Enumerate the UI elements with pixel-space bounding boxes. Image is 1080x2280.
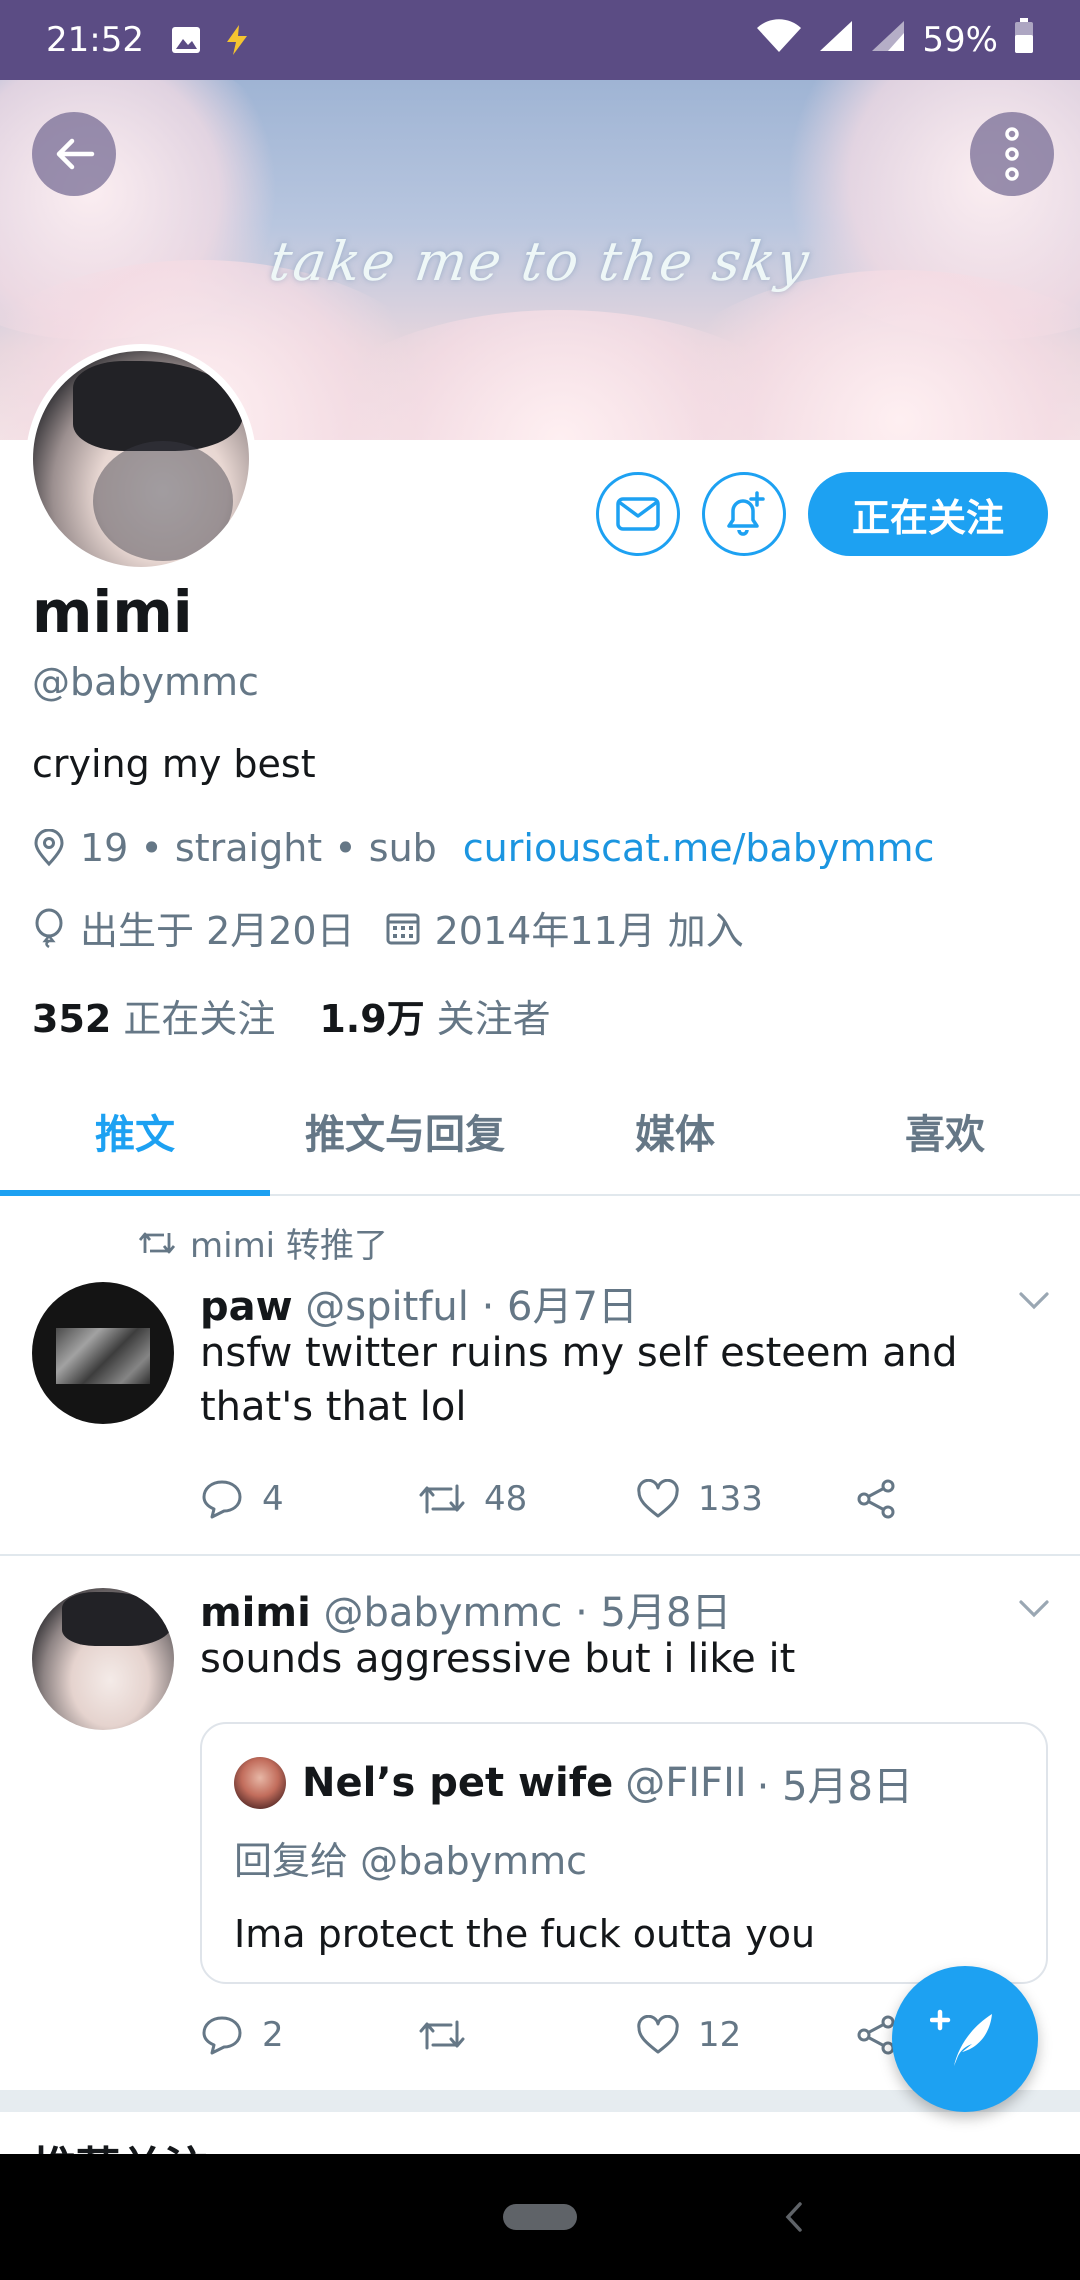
following-button[interactable]: 正在关注 bbox=[807, 472, 1048, 556]
profile-handle: @babymmc bbox=[32, 660, 259, 704]
followers-label: 关注者 bbox=[436, 997, 551, 1041]
following-count-link[interactable]: 352 正在关注 bbox=[32, 988, 275, 1043]
quoted-author-name: Nel’s pet wife bbox=[302, 1760, 614, 1806]
tweet-avatar-2[interactable] bbox=[32, 1588, 174, 1730]
tweet-menu-button-2[interactable] bbox=[1018, 1598, 1050, 1624]
following-count: 352 bbox=[32, 997, 112, 1041]
tweet-text-2: sounds aggressive but i like it bbox=[200, 1636, 796, 1682]
image-notification-icon bbox=[170, 25, 202, 55]
more-options-button[interactable] bbox=[970, 112, 1054, 196]
banner-text: take me to the sky bbox=[265, 230, 815, 293]
profile-avatar[interactable] bbox=[26, 344, 256, 574]
retweet-icon bbox=[419, 1484, 465, 1514]
wifi-icon bbox=[756, 18, 802, 62]
tab-tweets-replies[interactable]: 推文与回复 bbox=[270, 1068, 540, 1194]
following-label: 正在关注 bbox=[123, 997, 276, 1041]
tweet-actions: 4 48 133 bbox=[200, 1478, 934, 1520]
reply-button-2[interactable]: 2 bbox=[200, 2014, 418, 2056]
profile-bio: crying my best bbox=[32, 742, 316, 786]
tweet-avatar[interactable] bbox=[32, 1282, 174, 1424]
more-vertical-icon bbox=[1005, 127, 1019, 181]
heart-icon bbox=[637, 2015, 679, 2054]
tweet-date-2: · 5月8日 bbox=[575, 1590, 732, 1636]
tweet-author-name[interactable]: paw bbox=[200, 1284, 293, 1330]
system-back-button[interactable] bbox=[784, 2200, 804, 2238]
tweet-divider bbox=[0, 1554, 1080, 1556]
reply-icon bbox=[202, 2016, 242, 2055]
tweet-menu-button[interactable] bbox=[1018, 1290, 1050, 1316]
quoted-avatar bbox=[234, 1757, 286, 1809]
retweet-context: mimi 转推了 bbox=[138, 1218, 388, 1267]
profile-location-row: 19 • straight • sub curiouscat.me/babymm… bbox=[32, 826, 934, 870]
back-button[interactable] bbox=[32, 112, 116, 196]
battery-percent: 59% bbox=[922, 20, 998, 60]
followers-count-link[interactable]: 1.9万 关注者 bbox=[319, 988, 550, 1043]
tab-media[interactable]: 媒体 bbox=[540, 1068, 810, 1194]
profile-joined: 2014年11月 加入 bbox=[434, 909, 744, 953]
share-icon bbox=[857, 1479, 895, 1519]
status-time: 21:52 bbox=[46, 20, 144, 60]
reply-count: 4 bbox=[262, 1479, 284, 1519]
calendar-icon bbox=[385, 910, 421, 946]
tweet-text: nsfw twitter ruins my self esteem and th… bbox=[200, 1330, 958, 1430]
quoted-reply-to: 回复给 @babymmc bbox=[234, 1839, 588, 1883]
location-pin-icon bbox=[32, 829, 66, 867]
tab-likes[interactable]: 喜欢 bbox=[810, 1068, 1080, 1194]
tweet-header: paw @spitful · 6月7日 bbox=[200, 1274, 638, 1332]
home-gesture-pill[interactable] bbox=[503, 2204, 577, 2230]
tweet-actions-2: 2 12 bbox=[200, 2014, 934, 2056]
quoted-tweet-header: Nel’s pet wife @FIFII · 5月8日 bbox=[234, 1754, 913, 1812]
retweet-button[interactable]: 48 bbox=[418, 1479, 636, 1519]
compose-tweet-button[interactable] bbox=[892, 1966, 1038, 2112]
charging-icon bbox=[224, 24, 250, 56]
battery-icon bbox=[1014, 17, 1034, 63]
profile-tabs: 推文 推文与回复 媒体 喜欢 bbox=[0, 1068, 1080, 1196]
tweet-date: · 6月7日 bbox=[481, 1284, 638, 1330]
chevron-down-icon bbox=[1019, 1292, 1049, 1310]
chevron-left-icon bbox=[785, 2202, 802, 2232]
chevron-down-icon bbox=[1019, 1600, 1049, 1618]
arrow-left-icon bbox=[56, 138, 95, 170]
reply-icon bbox=[202, 1480, 242, 1519]
profile-location: 19 • straight • sub bbox=[80, 826, 437, 870]
quoted-tweet[interactable]: Nel’s pet wife @FIFII · 5月8日 回复给 @babymm… bbox=[200, 1722, 1048, 1984]
signal-icon bbox=[818, 19, 854, 62]
balloon-icon bbox=[32, 908, 66, 948]
status-bar: 21:52 59% bbox=[0, 0, 1080, 80]
reply-count-2: 2 bbox=[262, 2015, 284, 2055]
like-button[interactable]: 133 bbox=[636, 1479, 854, 1519]
quoted-text: Ima protect the fuck outta you bbox=[234, 1912, 816, 1956]
compose-feather-icon bbox=[930, 2009, 992, 2066]
followers-count: 1.9万 bbox=[319, 997, 425, 1041]
quoted-date: · 5月8日 bbox=[756, 1764, 913, 1810]
heart-icon bbox=[637, 1479, 679, 1518]
retweet-count: 48 bbox=[484, 1479, 528, 1519]
profile-birthday: 出生于 2月20日 bbox=[80, 909, 355, 953]
notifications-button[interactable] bbox=[701, 472, 786, 556]
retweet-button-2[interactable] bbox=[418, 2017, 636, 2053]
profile-name: mimi bbox=[32, 578, 193, 646]
profile-dates-row: 出生于 2月20日 2014年11月 加入 bbox=[32, 900, 744, 955]
share-button[interactable] bbox=[854, 1478, 934, 1520]
tweet-author-handle-2: @babymmc bbox=[323, 1590, 563, 1636]
quoted-author-handle: @FIFII bbox=[625, 1760, 747, 1806]
signal-icon-2 bbox=[870, 19, 906, 62]
like-count: 133 bbox=[698, 1479, 763, 1519]
profile-link[interactable]: curiouscat.me/babymmc bbox=[463, 826, 935, 870]
mail-icon bbox=[616, 497, 660, 531]
retweet-small-icon bbox=[138, 1232, 176, 1253]
profile-counts: 352 正在关注 1.9万 关注者 bbox=[32, 988, 551, 1043]
message-button[interactable] bbox=[595, 472, 680, 556]
profile-actions: 正在关注 bbox=[595, 472, 1048, 556]
tweet-header-2: mimi @babymmc · 5月8日 bbox=[200, 1580, 731, 1638]
tweet-author-name-2[interactable]: mimi bbox=[200, 1590, 311, 1636]
retweet-context-text: mimi 转推了 bbox=[190, 1226, 388, 1266]
bell-plus-icon bbox=[727, 491, 765, 536]
reply-button[interactable]: 4 bbox=[200, 1478, 418, 1520]
tab-tweets[interactable]: 推文 bbox=[0, 1068, 270, 1196]
like-button-2[interactable]: 12 bbox=[636, 2015, 854, 2055]
retweet-icon bbox=[419, 2020, 465, 2050]
like-count-2: 12 bbox=[698, 2015, 742, 2055]
tweet-author-handle: @spitful bbox=[305, 1284, 469, 1330]
